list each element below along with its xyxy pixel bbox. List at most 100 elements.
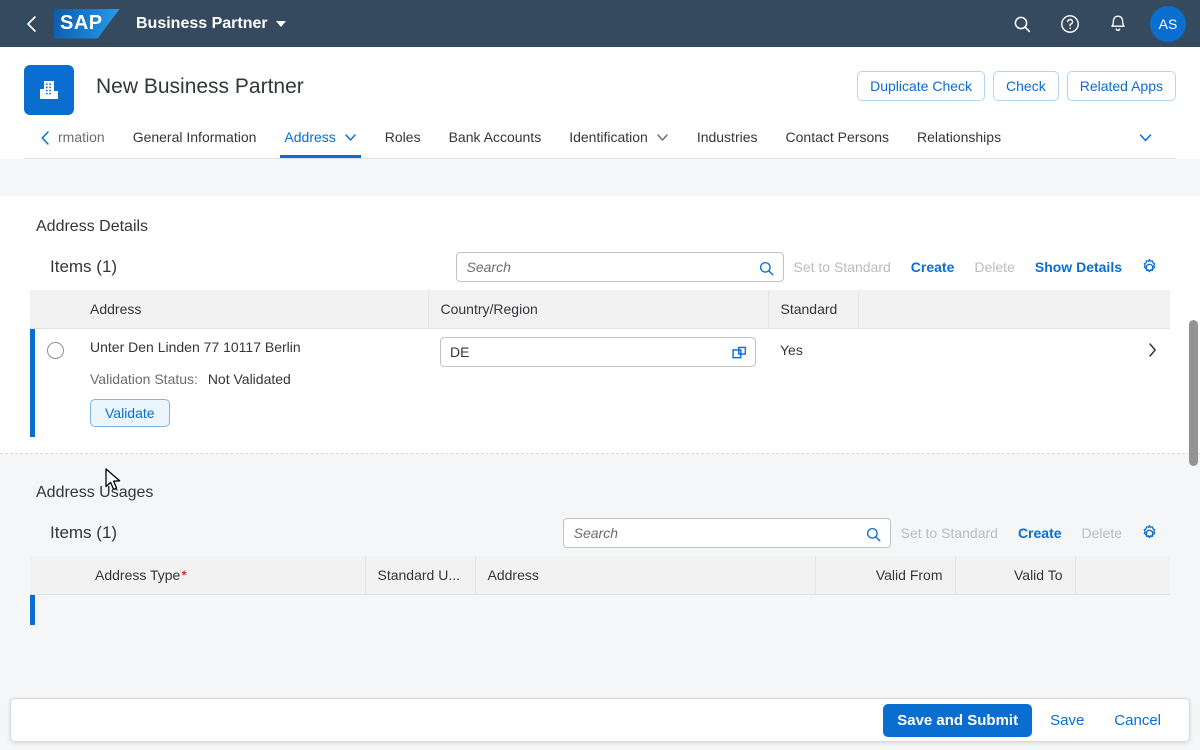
tab-address[interactable]: Address bbox=[270, 116, 370, 158]
tab-general-information[interactable]: General Information bbox=[119, 116, 271, 158]
column-header-address[interactable]: Address bbox=[475, 556, 816, 595]
column-label: Address Type bbox=[95, 567, 181, 583]
column-header-country-region[interactable]: Country/Region bbox=[428, 290, 769, 329]
footer-bar: Save and Submit Save Cancel bbox=[10, 698, 1190, 742]
radio-button-icon[interactable] bbox=[47, 342, 64, 359]
address-details-search[interactable] bbox=[455, 252, 784, 282]
tab-relationships[interactable]: Relationships bbox=[903, 116, 1015, 158]
search-input[interactable] bbox=[456, 253, 783, 281]
notifications-button[interactable] bbox=[1100, 6, 1136, 42]
app-title: Business Partner bbox=[136, 14, 268, 32]
tab-bank-accounts[interactable]: Bank Accounts bbox=[435, 116, 556, 158]
icon-tab-bar: rmation General Information Address Role… bbox=[24, 115, 1176, 159]
create-button[interactable]: Create bbox=[1008, 525, 1072, 541]
table-row[interactable]: Unter Den Linden 77 10117 Berlin Validat… bbox=[30, 328, 1170, 438]
tab-label: Address bbox=[284, 129, 336, 145]
search-submit-button[interactable] bbox=[755, 256, 779, 280]
tab-label: Roles bbox=[384, 129, 421, 145]
cell-address bbox=[475, 595, 815, 625]
tab-label: Relationships bbox=[917, 129, 1002, 145]
duplicate-check-button[interactable]: Duplicate Check bbox=[857, 71, 986, 101]
tab-industries[interactable]: Industries bbox=[683, 116, 772, 158]
address-usages-search[interactable] bbox=[562, 518, 891, 548]
column-header-address[interactable]: Address bbox=[78, 290, 429, 329]
table-body: Unter Den Linden 77 10117 Berlin Validat… bbox=[30, 328, 1170, 438]
gear-icon bbox=[1143, 524, 1155, 538]
column-header-valid-to[interactable]: Valid To bbox=[955, 556, 1076, 595]
table-header-row: Address Country/Region Standard bbox=[30, 290, 1170, 329]
address-usages-table: Address Type* Standard U... Address Vali… bbox=[30, 556, 1170, 625]
set-to-standard-button[interactable]: Set to Standard bbox=[891, 525, 1008, 541]
validation-status: Validation Status: Not Validated bbox=[90, 359, 416, 387]
vertical-scrollbar-thumb[interactable] bbox=[1189, 320, 1198, 466]
search-icon bbox=[759, 261, 774, 275]
search-input[interactable] bbox=[563, 519, 890, 547]
row-navigation-button[interactable] bbox=[858, 329, 1170, 368]
create-button[interactable]: Create bbox=[901, 259, 965, 275]
cell-valid-to bbox=[955, 595, 1075, 625]
country-region-input[interactable] bbox=[441, 338, 755, 366]
tab-roles[interactable]: Roles bbox=[371, 116, 435, 158]
shell-actions: AS bbox=[1004, 5, 1186, 42]
object-page-header: New Business Partner Duplicate Check Che… bbox=[0, 47, 1200, 159]
save-and-submit-button[interactable]: Save and Submit bbox=[883, 703, 1033, 737]
country-region-field[interactable] bbox=[440, 337, 756, 367]
chevron-right-icon bbox=[1149, 343, 1156, 357]
value-help-button[interactable] bbox=[728, 342, 750, 364]
application-root: SAP Business Partner AS New Business Par… bbox=[0, 0, 1200, 750]
app-title-menu[interactable]: Business Partner bbox=[136, 15, 286, 33]
address-usages-title: Address Usages bbox=[36, 484, 154, 501]
tab-scroll-left-button[interactable] bbox=[34, 118, 56, 158]
table-settings-button[interactable] bbox=[1134, 252, 1164, 282]
column-header-valid-from[interactable]: Valid From bbox=[815, 556, 956, 595]
chevron-left-icon bbox=[41, 131, 49, 145]
address-usages-table-block: Items (1) Set to Standard Create D bbox=[0, 510, 1200, 641]
tab-general-information-truncated[interactable]: rmation bbox=[56, 116, 119, 158]
delete-button[interactable]: Delete bbox=[1072, 525, 1132, 541]
chevron-down-icon bbox=[1139, 133, 1151, 141]
address-details-title: Address Details bbox=[36, 218, 149, 235]
column-header-address-type[interactable]: Address Type* bbox=[83, 556, 366, 595]
caret-down-icon bbox=[275, 20, 286, 27]
avatar-initials: AS bbox=[1158, 15, 1178, 32]
validation-status-label: Validation Status: bbox=[90, 371, 198, 387]
object-header-actions: Duplicate Check Check Related Apps bbox=[857, 65, 1176, 101]
search-icon bbox=[1014, 16, 1031, 32]
company-building-icon bbox=[40, 81, 58, 99]
help-button[interactable] bbox=[1052, 6, 1088, 42]
table-row[interactable] bbox=[30, 594, 1170, 625]
search-button[interactable] bbox=[1004, 6, 1040, 42]
bell-icon bbox=[1111, 15, 1125, 31]
sap-logo[interactable]: SAP bbox=[54, 8, 120, 39]
tab-label: Industries bbox=[696, 129, 758, 145]
chevron-down-icon bbox=[345, 133, 356, 141]
cell-country-region bbox=[428, 329, 768, 438]
related-apps-button[interactable]: Related Apps bbox=[1066, 71, 1176, 101]
delete-button[interactable]: Delete bbox=[964, 259, 1024, 275]
column-header-standard-usage[interactable]: Standard U... bbox=[365, 556, 476, 595]
address-usages-section: Address Usages Items (1) Set bbox=[0, 462, 1200, 641]
cancel-button[interactable]: Cancel bbox=[1102, 704, 1173, 737]
check-button[interactable]: Check bbox=[993, 71, 1059, 101]
validate-button[interactable]: Validate bbox=[90, 399, 170, 427]
object-header-row: New Business Partner Duplicate Check Che… bbox=[24, 65, 1176, 115]
tab-overflow-button[interactable] bbox=[1130, 116, 1160, 158]
avatar[interactable]: AS bbox=[1150, 5, 1186, 42]
value-help-icon bbox=[731, 346, 746, 358]
table-header-row: Address Type* Standard U... Address Vali… bbox=[30, 556, 1170, 595]
table-head: Address Country/Region Standard bbox=[30, 290, 1170, 329]
validation-status-value: Not Validated bbox=[207, 371, 291, 387]
show-details-button[interactable]: Show Details bbox=[1025, 259, 1132, 275]
table-settings-button[interactable] bbox=[1134, 518, 1164, 548]
tab-contact-persons[interactable]: Contact Persons bbox=[772, 116, 904, 158]
set-to-standard-button[interactable]: Set to Standard bbox=[784, 259, 901, 275]
back-button[interactable] bbox=[14, 7, 48, 41]
tab-label: Contact Persons bbox=[785, 129, 890, 145]
table-body bbox=[30, 594, 1170, 625]
column-header-standard[interactable]: Standard bbox=[768, 290, 859, 329]
save-button[interactable]: Save bbox=[1038, 704, 1096, 737]
address-text: Unter Den Linden 77 10117 Berlin bbox=[90, 339, 301, 355]
search-submit-button[interactable] bbox=[862, 522, 886, 546]
tab-identification[interactable]: Identification bbox=[555, 116, 683, 158]
